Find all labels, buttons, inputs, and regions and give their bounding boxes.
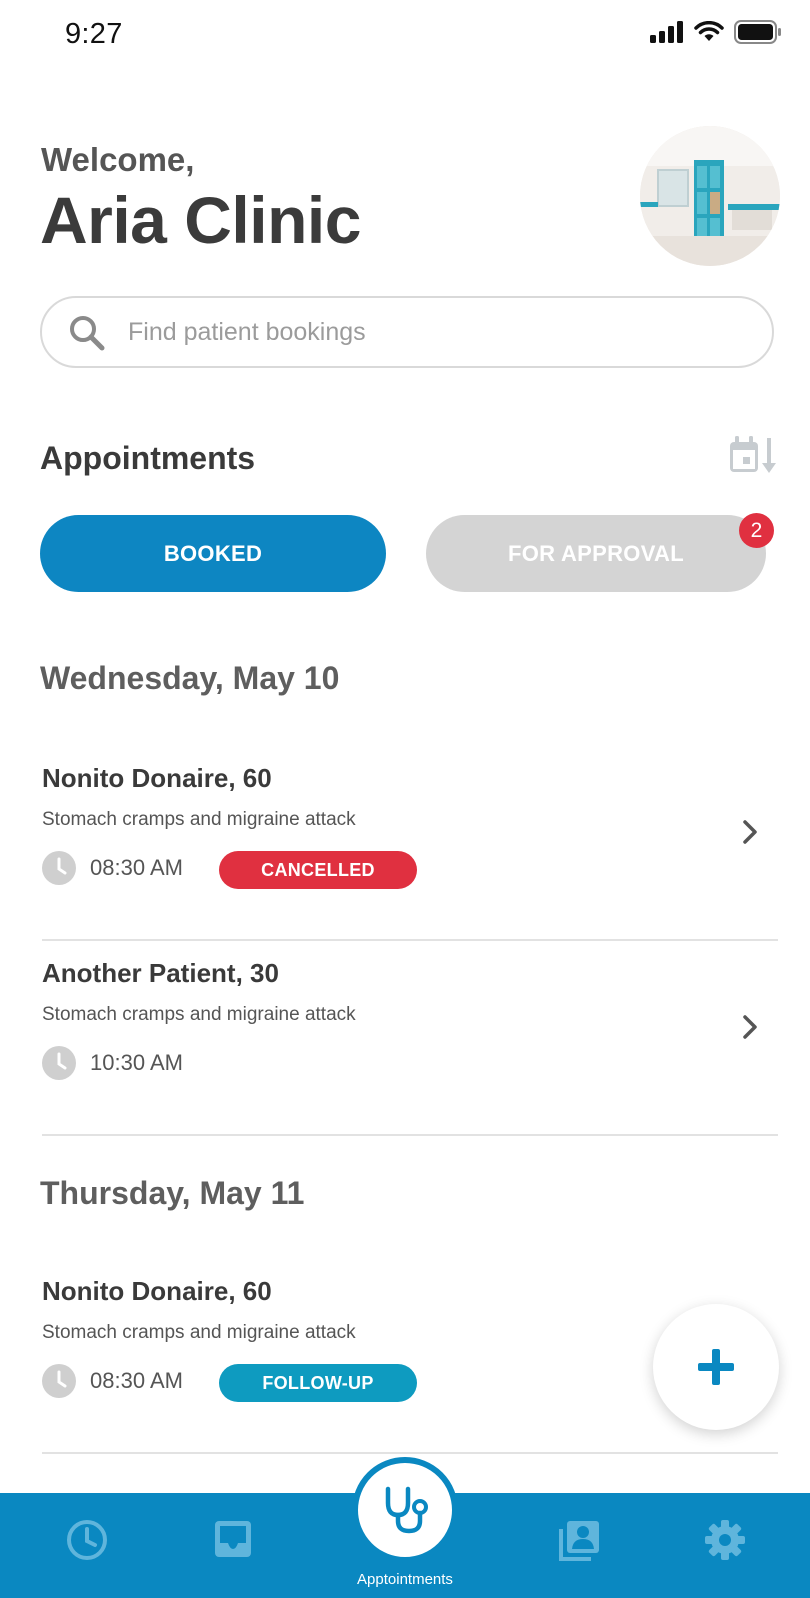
status-icons [650, 20, 782, 44]
clock-icon [42, 1364, 76, 1398]
nav-appointments-label: Apptointments [357, 1571, 453, 1588]
appointment-card[interactable]: Nonito Donaire, 60 Stomach cramps and mi… [42, 763, 778, 941]
search-icon [70, 316, 105, 351]
patient-name: Nonito Donaire, 60 [42, 763, 272, 793]
status-badge-cancelled: CANCELLED [219, 851, 417, 889]
status-time: 9:27 [65, 18, 123, 50]
status-bar: 9:27 [0, 0, 810, 70]
day-heading: Wednesday, May 10 [40, 660, 340, 696]
welcome-text: Welcome, [41, 141, 195, 178]
patient-name: Nonito Donaire, 60 [42, 1276, 272, 1306]
search-input[interactable] [128, 312, 728, 352]
appointment-reason: Stomach cramps and migraine attack [42, 1004, 356, 1025]
clock-icon [42, 1046, 76, 1080]
calendar-sort-icon[interactable] [728, 436, 776, 476]
battery-icon [734, 20, 781, 44]
appointment-time: 08:30 AM [90, 855, 183, 880]
chevron-right-icon[interactable] [742, 819, 758, 845]
tab-for-approval[interactable]: FOR APPROVAL [426, 515, 766, 592]
search-bar[interactable] [40, 296, 774, 368]
appointment-card[interactable]: Another Patient, 30 Stomach cramps and m… [42, 958, 778, 1136]
clinic-name: Aria Clinic [40, 183, 361, 257]
nav-appointments-button[interactable] [352, 1457, 458, 1563]
approval-count-badge: 2 [739, 513, 774, 548]
stethoscope-icon [385, 1486, 428, 1534]
tab-booked[interactable]: BOOKED [40, 515, 386, 592]
plus-icon [698, 1349, 734, 1385]
wifi-icon [694, 21, 724, 41]
avatar[interactable] [640, 126, 780, 266]
day-heading: Thursday, May 11 [40, 1175, 305, 1211]
inbox-icon[interactable] [213, 1519, 253, 1559]
patient-name: Another Patient, 30 [42, 958, 279, 988]
appointment-time: 08:30 AM [90, 1368, 183, 1393]
patients-icon[interactable] [557, 1519, 601, 1561]
clinic-photo [640, 126, 780, 266]
appointment-reason: Stomach cramps and migraine attack [42, 1322, 356, 1343]
status-badge-follow-up: FOLLOW-UP [219, 1364, 417, 1402]
add-appointment-button[interactable] [653, 1304, 779, 1430]
appointment-time: 10:30 AM [90, 1050, 183, 1075]
appointment-reason: Stomach cramps and migraine attack [42, 809, 356, 830]
gear-icon[interactable] [704, 1519, 746, 1561]
clock-icon [42, 851, 76, 885]
signal-icon [650, 21, 683, 43]
history-icon[interactable] [66, 1519, 108, 1561]
chevron-right-icon[interactable] [742, 1014, 758, 1040]
appointments-title: Appointments [40, 440, 256, 476]
